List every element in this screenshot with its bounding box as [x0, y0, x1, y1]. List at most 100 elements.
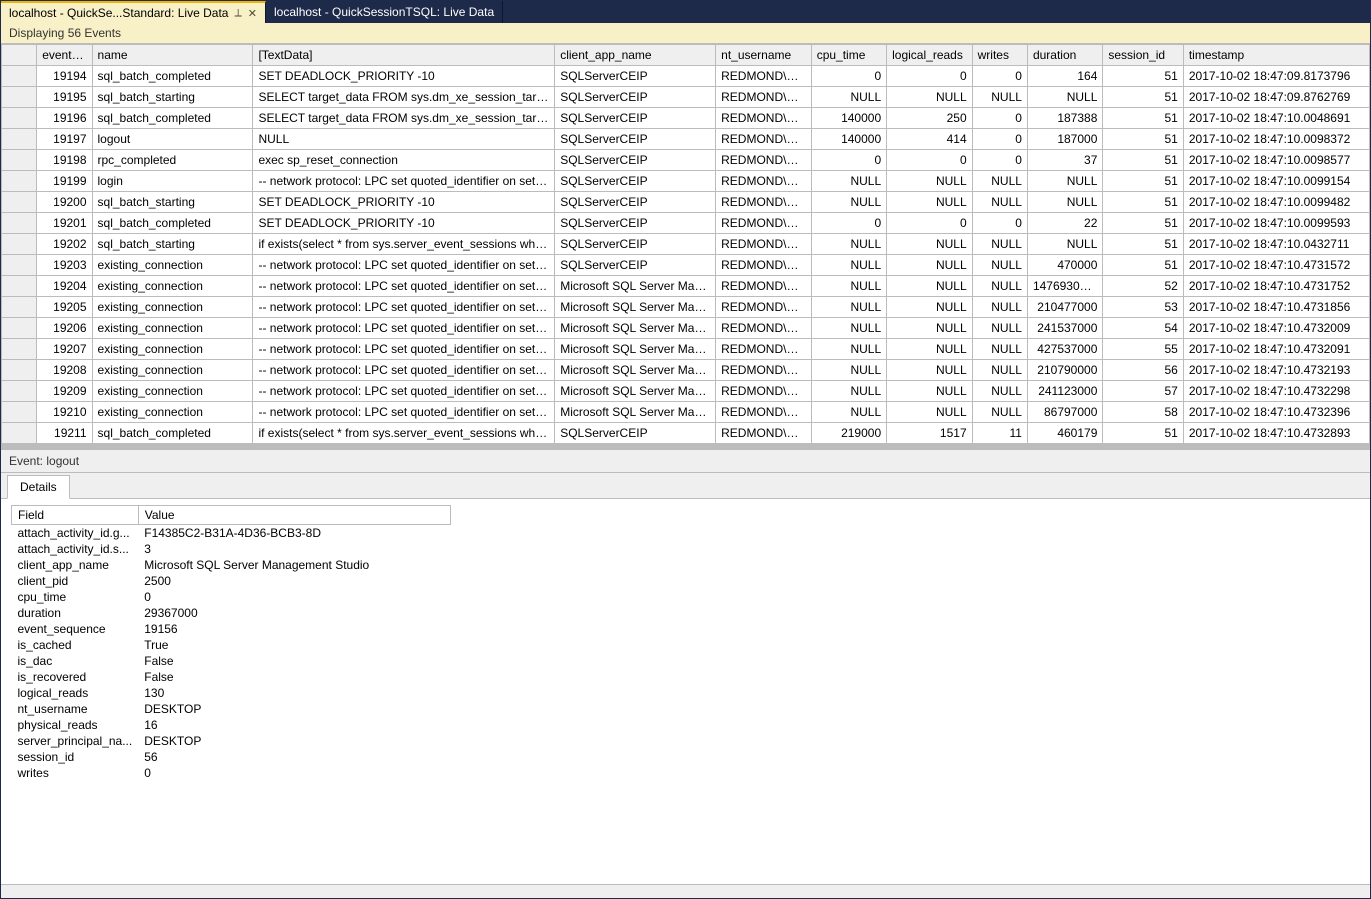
cell[interactable]: REDMOND\DES...	[716, 234, 812, 255]
cell[interactable]: 19205	[37, 297, 92, 318]
cell[interactable]: NULL	[811, 402, 886, 423]
table-row[interactable]: 19202sql_batch_startingif exists(select …	[2, 234, 1370, 255]
cell[interactable]: 19204	[37, 276, 92, 297]
details-row[interactable]: client_pid2500	[12, 573, 451, 589]
col-header-6[interactable]: logical_reads	[887, 45, 973, 66]
cell[interactable]: 19211	[37, 423, 92, 444]
cell[interactable]: 19209	[37, 381, 92, 402]
cell[interactable]: NULL	[887, 402, 973, 423]
cell[interactable]: 210790000	[1027, 360, 1102, 381]
cell[interactable]: 0	[887, 66, 973, 87]
cell[interactable]: 19194	[37, 66, 92, 87]
cell[interactable]: 187388	[1027, 108, 1102, 129]
cell[interactable]: NULL	[972, 360, 1027, 381]
cell[interactable]: NULL	[887, 360, 973, 381]
row-selector[interactable]	[2, 129, 37, 150]
cell[interactable]: 2017-10-02 18:47:10.0432711	[1183, 234, 1369, 255]
cell[interactable]: -- network protocol: LPC set quoted_iden…	[253, 297, 555, 318]
row-selector[interactable]	[2, 423, 37, 444]
cell[interactable]: NULL	[887, 234, 973, 255]
row-selector[interactable]	[2, 192, 37, 213]
col-header-1[interactable]: name	[92, 45, 253, 66]
cell[interactable]: 19202	[37, 234, 92, 255]
cell[interactable]: SQLServerCEIP	[555, 87, 716, 108]
col-header-2[interactable]: [TextData]	[253, 45, 555, 66]
pin-icon[interactable]: ⟂	[234, 7, 241, 20]
cell[interactable]: SQLServerCEIP	[555, 255, 716, 276]
cell[interactable]: 460179	[1027, 423, 1102, 444]
cell[interactable]: 187000	[1027, 129, 1102, 150]
cell[interactable]: 241123000	[1027, 381, 1102, 402]
cell[interactable]: 2017-10-02 18:47:10.0099593	[1183, 213, 1369, 234]
cell[interactable]: 54	[1103, 318, 1183, 339]
cell[interactable]: -- network protocol: LPC set quoted_iden…	[253, 402, 555, 423]
cell[interactable]: REDMOND\DES...	[716, 360, 812, 381]
row-selector[interactable]	[2, 213, 37, 234]
row-selector[interactable]	[2, 276, 37, 297]
row-selector[interactable]	[2, 171, 37, 192]
row-selector[interactable]	[2, 297, 37, 318]
cell[interactable]: 414	[887, 129, 973, 150]
cell[interactable]: 51	[1103, 150, 1183, 171]
details-tab[interactable]: Details	[7, 475, 70, 499]
cell[interactable]: REDMOND\DES...	[716, 129, 812, 150]
cell[interactable]: REDMOND\DES...	[716, 192, 812, 213]
cell[interactable]: 58	[1103, 402, 1183, 423]
details-row[interactable]: client_app_nameMicrosoft SQL Server Mana…	[12, 557, 451, 573]
cell[interactable]: REDMOND\DES...	[716, 150, 812, 171]
cell[interactable]: REDMOND\DES...	[716, 381, 812, 402]
details-row[interactable]: nt_usernameDESKTOP	[12, 701, 451, 717]
cell[interactable]: 19199	[37, 171, 92, 192]
cell[interactable]: 53	[1103, 297, 1183, 318]
cell[interactable]: 2017-10-02 18:47:09.8173796	[1183, 66, 1369, 87]
cell[interactable]: NULL	[811, 360, 886, 381]
table-row[interactable]: 19198rpc_completedexec sp_reset_connecti…	[2, 150, 1370, 171]
col-header-4[interactable]: nt_username	[716, 45, 812, 66]
cell[interactable]: 2017-10-02 18:47:10.4731752	[1183, 276, 1369, 297]
cell[interactable]: NULL	[887, 171, 973, 192]
details-row[interactable]: is_cachedTrue	[12, 637, 451, 653]
cell[interactable]: 51	[1103, 129, 1183, 150]
cell[interactable]: NULL	[887, 87, 973, 108]
cell[interactable]: 164	[1027, 66, 1102, 87]
cell[interactable]: 0	[811, 66, 886, 87]
cell[interactable]: sql_batch_completed	[92, 108, 253, 129]
cell[interactable]: NULL	[1027, 87, 1102, 108]
row-selector[interactable]	[2, 150, 37, 171]
cell[interactable]: 19200	[37, 192, 92, 213]
cell[interactable]: SQLServerCEIP	[555, 423, 716, 444]
cell[interactable]: SQLServerCEIP	[555, 171, 716, 192]
cell[interactable]: NULL	[1027, 192, 1102, 213]
col-header-9[interactable]: session_id	[1103, 45, 1183, 66]
cell[interactable]: 19210	[37, 402, 92, 423]
cell[interactable]: -- network protocol: LPC set quoted_iden…	[253, 318, 555, 339]
cell[interactable]: 0	[811, 213, 886, 234]
cell[interactable]: REDMOND\DES...	[716, 402, 812, 423]
cell[interactable]: SELECT target_data FROM sys.dm_xe_sessio…	[253, 108, 555, 129]
cell[interactable]: existing_connection	[92, 402, 253, 423]
cell[interactable]: 0	[972, 66, 1027, 87]
table-row[interactable]: 19210existing_connection-- network proto…	[2, 402, 1370, 423]
cell[interactable]: SQLServerCEIP	[555, 192, 716, 213]
cell[interactable]: -- network protocol: LPC set quoted_iden…	[253, 360, 555, 381]
cell[interactable]: REDMOND\DES...	[716, 108, 812, 129]
cell[interactable]: -- network protocol: LPC set quoted_iden…	[253, 255, 555, 276]
cell[interactable]: 2017-10-02 18:47:10.0099154	[1183, 171, 1369, 192]
cell[interactable]: logout	[92, 129, 253, 150]
cell[interactable]: Microsoft SQL Server Manage...	[555, 276, 716, 297]
cell[interactable]: NULL	[887, 381, 973, 402]
cell[interactable]: REDMOND\DES...	[716, 339, 812, 360]
cell[interactable]: 1517	[887, 423, 973, 444]
cell[interactable]: 2017-10-02 18:47:10.0099482	[1183, 192, 1369, 213]
cell[interactable]: REDMOND\DES...	[716, 213, 812, 234]
cell[interactable]: NULL	[811, 171, 886, 192]
cell[interactable]: NULL	[811, 192, 886, 213]
details-row[interactable]: cpu_time0	[12, 589, 451, 605]
cell[interactable]: 51	[1103, 66, 1183, 87]
cell[interactable]: 2017-10-02 18:47:10.0098372	[1183, 129, 1369, 150]
cell[interactable]: REDMOND\DES...	[716, 171, 812, 192]
cell[interactable]: sql_batch_completed	[92, 66, 253, 87]
cell[interactable]: 2017-10-02 18:47:10.4732193	[1183, 360, 1369, 381]
cell[interactable]: NULL	[887, 297, 973, 318]
cell[interactable]: 51	[1103, 87, 1183, 108]
